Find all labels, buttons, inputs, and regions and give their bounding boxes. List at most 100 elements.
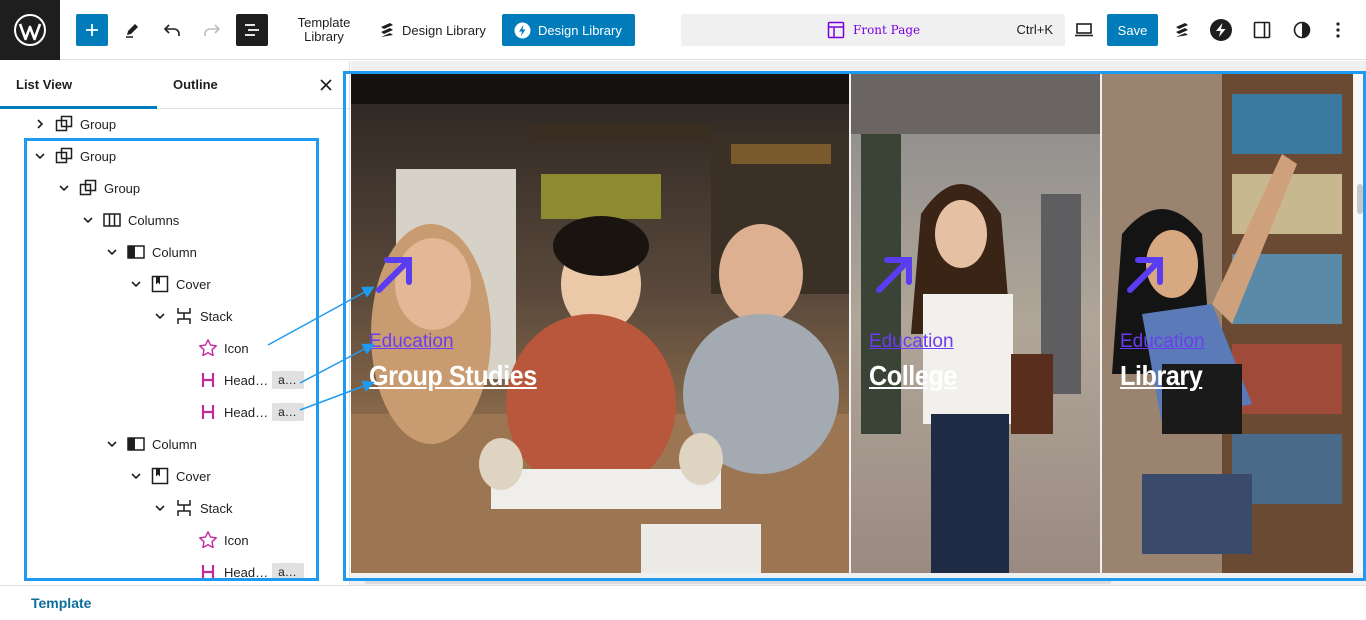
redo-icon[interactable] (198, 14, 226, 46)
add-block-button[interactable] (76, 14, 108, 46)
chevron-down-icon[interactable] (124, 272, 148, 296)
design-library-button[interactable]: Design Library (378, 14, 486, 46)
list-item-icon[interactable]: Icon (172, 332, 249, 364)
scrollbar-thumb[interactable] (1357, 184, 1363, 214)
chevron-down-icon[interactable] (52, 176, 76, 200)
heading-icon (196, 400, 220, 424)
cover-photo-library (1102, 74, 1353, 573)
cover-category-link[interactable]: Education (369, 331, 454, 353)
list-item-heading[interactable]: Head… a… (172, 396, 305, 428)
list-item-column[interactable]: Column (100, 428, 197, 460)
column-icon (124, 432, 148, 456)
cover-icon (148, 464, 172, 488)
chevron-down-icon[interactable] (124, 464, 148, 488)
list-item-label: Stack (200, 308, 233, 324)
chevron-right-icon[interactable] (28, 112, 52, 136)
chevron-down-icon[interactable] (100, 432, 124, 456)
chevron-down-icon[interactable] (100, 240, 124, 264)
list-item-heading[interactable]: Head… a… (172, 364, 305, 396)
list-item-columns[interactable]: Columns (76, 204, 179, 236)
group-icon (76, 176, 100, 200)
keyboard-shortcut: Ctrl+K (1016, 22, 1053, 37)
styles-contrast-icon[interactable] (1288, 14, 1316, 46)
cover-card-library[interactable]: Education Library (1102, 74, 1353, 573)
arrow-up-right-icon (376, 257, 412, 293)
list-item-label: Column (152, 244, 197, 260)
stack-icon (172, 304, 196, 328)
list-item-column[interactable]: Column (100, 236, 197, 268)
list-item-icon[interactable]: Icon (172, 524, 249, 556)
star-icon (196, 336, 220, 360)
horizontal-scrollbar[interactable] (365, 580, 1111, 584)
list-item-label: Group (80, 116, 117, 132)
tab-outline[interactable]: Outline (173, 61, 218, 109)
document-overview-button[interactable] (236, 14, 268, 46)
page-layout-icon (827, 21, 845, 39)
list-item-label: Icon (224, 532, 249, 548)
list-item-group[interactable]: Group (28, 140, 116, 172)
editor-canvas[interactable]: Education Group Studies Education Colleg… (351, 61, 1366, 585)
chevron-down-icon[interactable] (148, 304, 172, 328)
save-button[interactable]: Save (1107, 14, 1158, 46)
close-icon[interactable] (316, 75, 336, 95)
stackable-circle-icon (514, 22, 531, 38)
vertical-scrollbar[interactable] (1354, 74, 1366, 573)
edit-pencil-icon[interactable] (118, 14, 146, 46)
list-item-cover[interactable]: Cover (124, 268, 211, 300)
heading-icon (196, 368, 220, 392)
design-library-label: Design Library (402, 22, 486, 38)
list-item-label: Stack (200, 500, 233, 516)
anchor-badge: a… (272, 563, 305, 581)
list-item-label: Head… (224, 404, 269, 420)
cover-category-link[interactable]: Education (1120, 331, 1205, 353)
cover-icon (148, 272, 172, 296)
cover-card-group-studies[interactable]: Education Group Studies (351, 74, 849, 573)
list-item-label: Head… (224, 372, 269, 388)
cover-photo-classroom (351, 74, 849, 573)
cover-heading[interactable]: Library (1120, 360, 1203, 392)
list-item-cover[interactable]: Cover (124, 460, 211, 492)
heading-icon (196, 560, 220, 584)
list-item-label: Group (80, 148, 117, 164)
cover-category-link[interactable]: Education (869, 331, 954, 353)
list-item-heading[interactable]: Head… a… (172, 556, 305, 585)
settings-sidebar-icon[interactable] (1248, 14, 1276, 46)
cover-card-college[interactable]: Education College (851, 74, 1100, 573)
arrow-up-right-icon (1127, 257, 1163, 293)
list-item-label: Head… (224, 564, 269, 580)
tab-list-view[interactable]: List View (16, 61, 72, 109)
stackable-settings-icon[interactable] (1168, 14, 1196, 46)
list-item-label: Cover (176, 276, 211, 292)
wordpress-logo-icon[interactable] (0, 0, 60, 60)
template-breadcrumb-link[interactable]: Template (31, 595, 91, 611)
chevron-down-icon[interactable] (28, 144, 52, 168)
design-library-active-button[interactable]: Design Library (502, 14, 635, 46)
cover-heading[interactable]: Group Studies (369, 360, 537, 392)
list-item-label: Group (104, 180, 141, 196)
list-item-stack[interactable]: Stack (148, 300, 233, 332)
options-menu-icon[interactable] (1324, 14, 1352, 46)
command-title: Front Page (827, 14, 920, 46)
stackable-circle-dark-icon[interactable] (1207, 14, 1235, 46)
stack-icon (172, 496, 196, 520)
cover-heading[interactable]: College (869, 360, 957, 392)
anchor-badge: a… (272, 371, 305, 389)
command-palette-bar[interactable]: Front Page Ctrl+K (681, 14, 1065, 46)
list-item-stack[interactable]: Stack (148, 492, 233, 524)
list-item-label: Icon (224, 340, 249, 356)
undo-icon[interactable] (158, 14, 186, 46)
list-item-label: Cover (176, 468, 211, 484)
editor-footer: Template (0, 585, 1366, 620)
list-item-group[interactable]: Group (52, 172, 140, 204)
chevron-down-icon[interactable] (76, 208, 100, 232)
group-icon (52, 144, 76, 168)
columns-icon (100, 208, 124, 232)
template-library-button[interactable]: Template Library (288, 16, 360, 44)
design-library-active-label: Design Library (538, 22, 622, 38)
list-item-group[interactable]: Group (28, 108, 116, 140)
desktop-preview-icon[interactable] (1070, 14, 1098, 46)
chevron-down-icon[interactable] (148, 496, 172, 520)
